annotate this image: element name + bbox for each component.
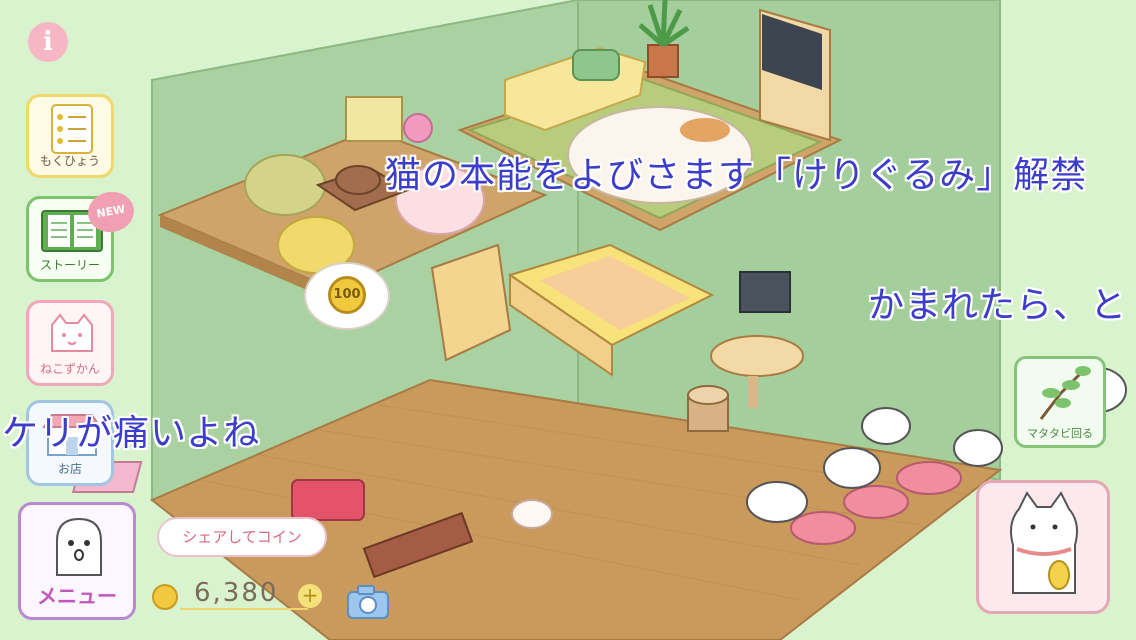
shop-label: お店	[57, 462, 82, 476]
coin-icon: 100	[328, 276, 366, 314]
plus-label: +	[301, 583, 319, 607]
coin-underline	[180, 608, 308, 610]
cat-face-icon	[51, 313, 93, 352]
coin-amount: 6,380	[194, 578, 279, 608]
coin-icon	[152, 584, 178, 610]
add-coins-button[interactable]: +	[298, 584, 322, 608]
news-ticker-2: かまれたら、と	[868, 285, 1128, 326]
info-label: i	[43, 27, 53, 57]
checklist-icon	[51, 104, 93, 154]
camera-icon	[347, 585, 389, 619]
tree-stump	[687, 385, 729, 432]
tv-stand	[759, 8, 831, 142]
beanbag-green	[244, 154, 326, 216]
maneki-neko-button[interactable]	[976, 480, 1110, 614]
new-badge-label: NEW	[95, 202, 127, 221]
coin-counter: 6,380 +	[152, 578, 332, 614]
coin-bubble[interactable]: 100	[304, 262, 390, 330]
catnip-branch-icon	[1039, 366, 1091, 420]
story-label: ストーリー	[39, 258, 100, 272]
menu-button[interactable]: メニュー	[18, 502, 136, 620]
drawer	[345, 96, 403, 142]
cat-sleeping	[746, 481, 808, 523]
food-bowl-1	[896, 461, 962, 495]
cat-eating-2	[953, 429, 1003, 467]
ghost-icon	[56, 517, 102, 576]
kick-plush	[511, 499, 553, 529]
share-label: シェアしてコイン	[182, 528, 302, 546]
matatabi-button[interactable]: マタタビ回る	[1014, 356, 1106, 448]
news-ticker-1: 猫の本能をよびさます「けりぐるみ」解禁	[385, 155, 1088, 196]
goals-button[interactable]: もくひょう	[26, 94, 114, 178]
goals-label: もくひょう	[39, 154, 100, 168]
catdex-label: ねこずかん	[40, 362, 100, 376]
maneki-neko-icon	[1010, 491, 1078, 594]
flower-pot	[403, 113, 433, 143]
news-ticker-3: ケリが痛いよね	[2, 413, 261, 454]
info-button[interactable]: i	[28, 22, 68, 62]
share-coin-button[interactable]: シェアしてコイン	[157, 517, 327, 557]
cat-cushion-red	[291, 479, 365, 521]
cat-standing	[861, 407, 911, 445]
camera-button[interactable]	[346, 584, 390, 620]
food-bowl-3	[790, 511, 856, 545]
food-bowl-2	[843, 485, 909, 519]
coin-bubble-value: 100	[333, 287, 361, 302]
menu-label: メニュー	[37, 584, 117, 608]
catdex-button[interactable]: ねこずかん	[26, 300, 114, 386]
cat-eating-1	[823, 447, 881, 489]
matatabi-label: マタタビ回る	[1027, 427, 1093, 440]
